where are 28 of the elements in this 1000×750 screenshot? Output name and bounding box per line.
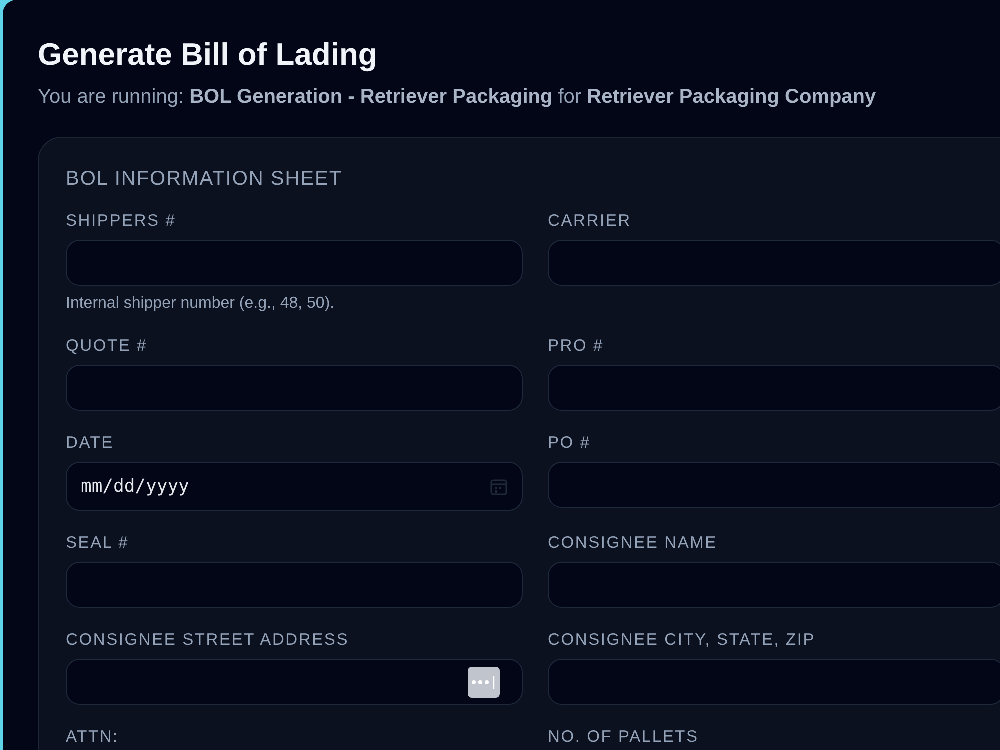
input-field[interactable] <box>66 365 523 411</box>
field-label: ATTN: <box>66 727 120 747</box>
field-label: CARRIER <box>548 211 632 231</box>
input-field[interactable] <box>66 240 523 286</box>
input-field[interactable] <box>66 562 523 608</box>
field-label: PRO # <box>548 336 606 356</box>
field-label: CONSIGNEE CITY, STATE, ZIP <box>548 630 817 650</box>
input-field[interactable] <box>548 562 1000 608</box>
input-field[interactable] <box>548 365 1000 411</box>
calendar-icon[interactable] <box>490 478 508 496</box>
input-field[interactable] <box>548 462 1000 508</box>
field-label: QUOTE # <box>66 336 149 356</box>
input-field[interactable] <box>66 659 523 705</box>
help-text: Internal shipper number (e.g., 48, 50). <box>66 294 336 314</box>
page-title: Generate Bill of Lading <box>38 36 378 74</box>
input-field[interactable] <box>548 659 1000 705</box>
running-info: You are running: BOL Generation - Retriever Packaging for Retriever Packaging Company <box>38 85 878 110</box>
field-label: NO. OF PALLETS <box>548 727 700 747</box>
date-field[interactable]: mm/dd/yyyy <box>66 462 523 511</box>
input-field[interactable] <box>548 240 1000 286</box>
section-heading: BOL INFORMATION SHEET <box>66 167 344 191</box>
field-label: DATE <box>66 433 115 453</box>
field-label: CONSIGNEE STREET ADDRESS <box>66 630 350 650</box>
field-label: SEAL # <box>66 533 130 553</box>
autofill-icon[interactable] <box>468 666 500 698</box>
field-label: PO # <box>548 433 592 453</box>
field-label: CONSIGNEE NAME <box>548 533 718 553</box>
field-label: SHIPPERS # <box>66 211 178 231</box>
